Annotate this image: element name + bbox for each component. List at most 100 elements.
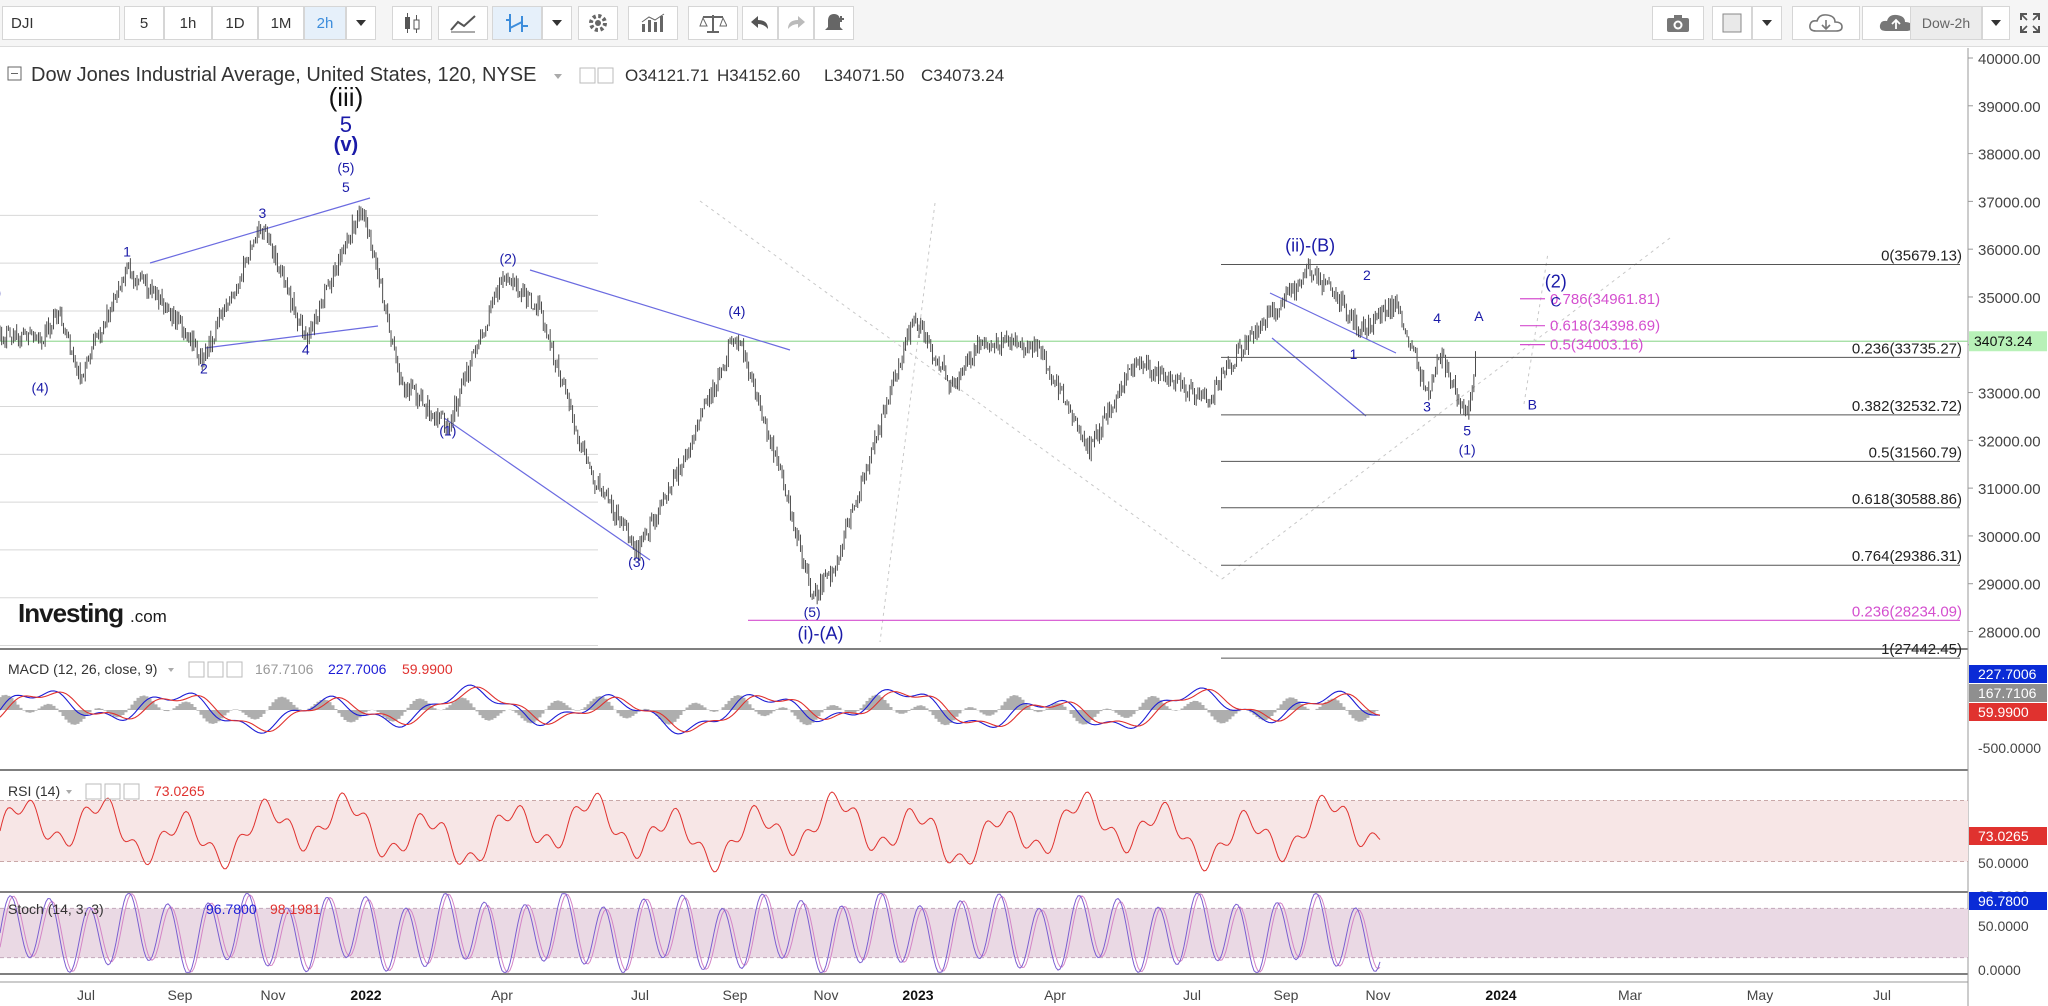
close-icon[interactable] [123,783,140,800]
price-tick-label: 39000.00 [1978,99,2041,116]
indicators-button[interactable] [492,6,542,40]
candles-button[interactable] [392,6,432,40]
price-tick-label: 30000.00 [1978,529,2041,546]
chevron-down-icon [356,20,366,26]
chart-canvas[interactable]: 40000.00 39000.00 38000.00 37000.00 36000.00… [0,48,2048,1006]
indicator-badge-label: 59.9900 [1978,704,2029,720]
bar-chart-button[interactable] [628,6,678,40]
macd-signal-value: 59.9900 [402,661,453,677]
price-axis[interactable]: 40000.00 39000.00 38000.00 37000.00 36000.00… [0,48,2047,1006]
close-icon[interactable] [226,661,243,678]
wave-label: (2) [1545,271,1567,291]
undo-icon [751,16,768,29]
interval-1m-button[interactable]: 1M [258,6,304,40]
wave-label: (i)-(A) [797,624,843,644]
gear-icon[interactable] [597,67,614,84]
gear-icon[interactable] [104,783,121,800]
line-chart-button[interactable] [438,6,488,40]
interval-dropdown-button[interactable] [346,6,376,40]
price-tick-label: 29000.00 [1978,577,2041,594]
wave-label: 3 [258,205,266,221]
interval-2h-button[interactable]: 2h [304,6,346,40]
chevron-down-icon[interactable] [168,668,174,672]
price-tick-label: 38000.00 [1978,147,2041,164]
time-tick-label: Jul [631,987,649,1003]
eye-icon[interactable] [579,67,596,84]
interval-1h-button[interactable]: 1h [164,6,212,40]
rsi-legend: RSI (14) 73.0265 [8,783,205,800]
time-tick-label: Sep [168,987,193,1003]
redo-icon [788,16,805,29]
logo-suffix: .com [130,607,167,626]
cloud-upload-icon [1879,14,1912,31]
pink-level-label: 0.5(34003.16) [1550,337,1643,354]
wave-label: (5) [337,160,354,176]
wave-label: A [1474,308,1484,324]
gear-icon[interactable] [207,661,224,678]
stoch-axis-label: 0.0000 [1978,962,2021,978]
time-tick-label: Sep [723,987,748,1003]
dashed-trend-line [699,200,1223,580]
price-candles [0,205,1476,605]
time-tick-label: Nov [261,987,286,1003]
color-dropdown-button[interactable] [1752,6,1782,40]
wave-label: (2) [499,251,516,267]
layout-dropdown-button[interactable] [1982,6,2010,40]
time-tick-label: 2022 [350,987,381,1003]
chevron-down-icon [1991,20,2001,26]
chart-area[interactable]: 40000.00 39000.00 38000.00 37000.00 36000.00… [0,48,2048,1006]
interval-label: 1D [225,14,245,32]
layout-name-button[interactable]: Dow-2h [1910,6,1982,40]
eye-icon[interactable] [188,661,205,678]
interval-label: 2h [316,14,334,32]
wave-label: 5 [1463,423,1471,439]
interval-label: 5 [139,14,149,32]
macd-label: MACD (12, 26, close, 9) [8,661,157,677]
price-tick-label: 37000.00 [1978,194,2041,211]
wave-labels: (iii) 5 (v) (5) 5 3 1 2 4 (4) 3) (2) (1) (3) (4) (5) (i)… [0,82,1567,644]
channel-line [204,325,379,349]
stoch-k-value: 96.7800 [206,901,257,917]
color-box-button[interactable] [1712,6,1752,40]
chevron-down-icon[interactable] [66,790,72,794]
fullscreen-icon [2020,13,2040,33]
rsi-value: 73.0265 [154,783,205,799]
settings-button[interactable] [578,6,618,40]
wave-label: 1 [1350,346,1358,362]
time-tick-label: 2023 [902,987,933,1003]
wave-label: 5 [342,179,350,195]
interval-5-button[interactable]: 5 [124,6,164,40]
candles-icon [405,13,420,33]
compare-button[interactable] [688,6,738,40]
pink-level-label: 0.236(28234.09) [1852,603,1962,620]
alert-button[interactable] [814,6,854,40]
price-tick-label: 33000.00 [1978,386,2041,403]
ohlc-low: L34071.50 [824,66,904,85]
indicator-panes [0,684,1968,974]
undo-button[interactable] [742,6,778,40]
cloud-download-button[interactable] [1792,6,1860,40]
stoch-d-value: 98.1981 [270,901,321,917]
screenshot-button[interactable] [1652,6,1704,40]
indicators-dropdown-button[interactable] [542,6,572,40]
investing-logo: Investing .com [18,598,167,628]
redo-button[interactable] [778,6,814,40]
ohlc-open: O34121.71 [625,66,709,85]
fullscreen-button[interactable] [2014,6,2046,40]
channel-line [529,269,791,351]
fib-label: 0.618(30588.86) [1852,491,1962,508]
alert-icon [825,14,844,30]
wave-label: (3) [628,554,645,570]
symbol-search-input[interactable]: DJI [2,6,120,40]
layout-name-label: Dow-2h [1921,15,1971,31]
wave-label: (1) [1459,442,1476,458]
stoch-badge-label: 96.7800 [1978,893,2029,909]
wave-label: 4 [1433,310,1441,326]
interval-1d-button[interactable]: 1D [212,6,258,40]
price-tick-label: 35000.00 [1978,290,2041,307]
rsi-band [0,800,1968,862]
chevron-down-icon[interactable] [554,74,562,79]
fib-label: 0.382(32532.72) [1852,398,1962,415]
wave-label: 3) [0,284,1,300]
eye-icon[interactable] [85,783,102,800]
